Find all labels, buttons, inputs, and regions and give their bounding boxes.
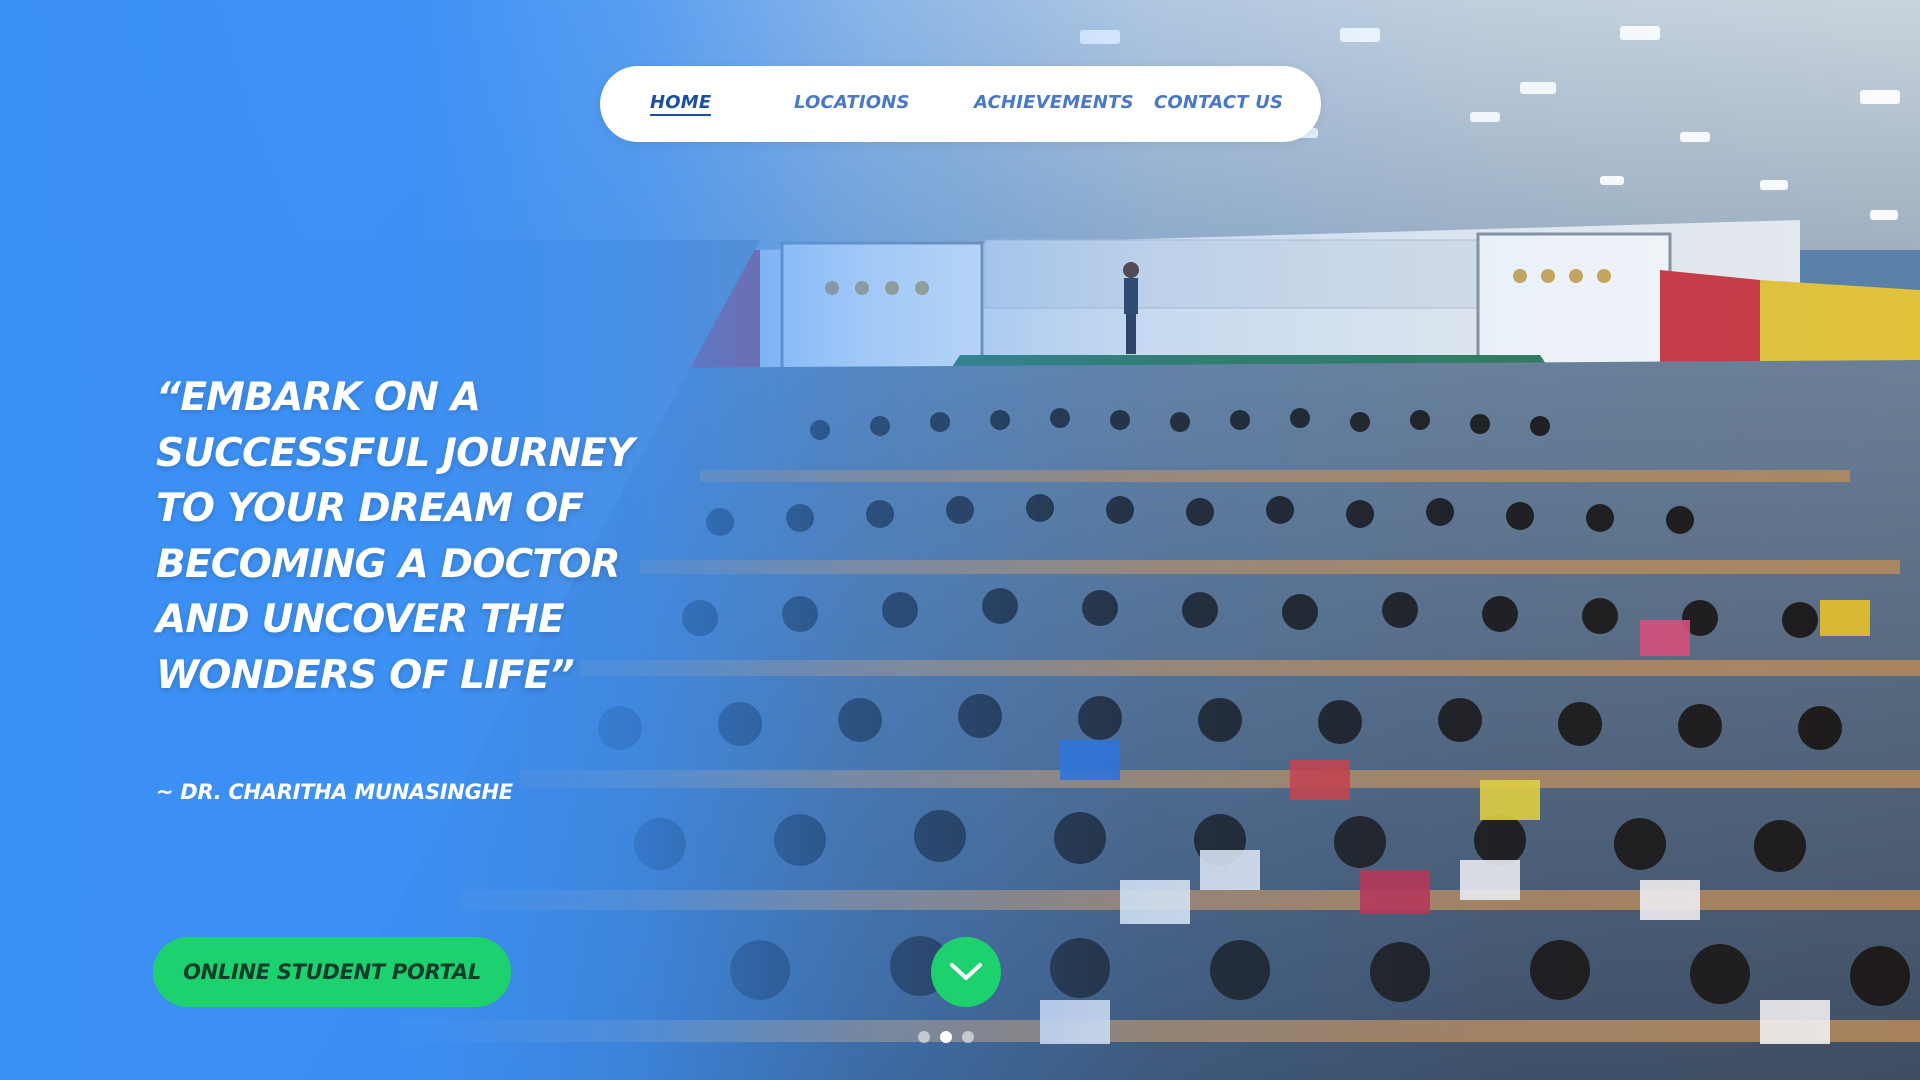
quote-line: BECOMING A DOCTOR — [156, 541, 621, 587]
main-navigation: HOME LOCATIONS ACHIEVEMENTS CONTACT US — [600, 66, 1321, 142]
quote-line: AND UNCOVER THE — [156, 597, 565, 642]
nav-locations-link[interactable]: LOCATIONS — [794, 92, 910, 113]
nav-home-link[interactable]: HOME — [650, 92, 712, 116]
quote-author: ~ DR. CHARITHA MUNASINGHE — [156, 780, 513, 804]
quote-line: TO YOUR DREAM OF — [156, 486, 584, 531]
nav-achievements-link[interactable]: ACHIEVEMENTS — [974, 92, 1134, 113]
slide-indicators — [918, 1031, 974, 1043]
online-student-portal-button[interactable]: ONLINE STUDENT PORTAL — [153, 937, 511, 1007]
quote-line: “EMBARK ON A — [156, 375, 481, 420]
slide-dot-active[interactable] — [940, 1031, 952, 1043]
quote-line: SUCCESSFUL JOURNEY — [156, 430, 634, 476]
nav-contact-us-link[interactable]: CONTACT US — [1154, 92, 1283, 113]
quote-line: WONDERS OF LIFE” — [156, 652, 575, 698]
hero-section: HOME LOCATIONS ACHIEVEMENTS CONTACT US “… — [0, 0, 1920, 1080]
slide-dot[interactable] — [918, 1031, 930, 1043]
scroll-down-button[interactable] — [931, 937, 1001, 1007]
chevron-down-icon — [950, 963, 982, 980]
slide-dot[interactable] — [962, 1031, 974, 1043]
hero-quote: “EMBARK ON A SUCCESSFUL JOURNEY TO YOUR … — [156, 370, 636, 703]
